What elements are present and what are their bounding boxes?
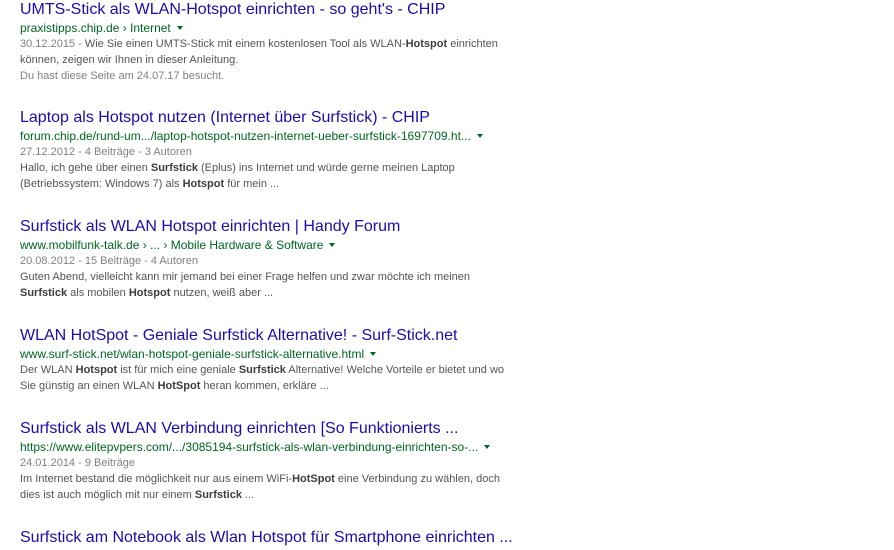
snippet-highlight: Hotspot (182, 178, 225, 190)
search-result: Surfstick als WLAN Hotspot einrichten | … (20, 217, 470, 301)
result-snippet: Im Internet bestand die möglichkeit nur … (20, 471, 500, 503)
visited-note: Du hast diese Seite am 24.07.17 besucht. (20, 70, 225, 82)
result-title-link[interactable]: Surfstick am Notebook als Wlan Hotspot f… (20, 528, 513, 548)
snippet-line: können, zeigen wir Ihnen in dieser Anlei… (20, 54, 238, 66)
snippet-text: ist für mich eine geniale (117, 364, 239, 376)
snippet-highlight: Hotspot (75, 364, 118, 376)
snippet-text: eine Verbindung zu wählen, doch (334, 473, 500, 485)
result-url-line: www.mobilfunk-talk.de › ... › Mobile Har… (20, 237, 470, 253)
snippet-line: Wie Sie einen UMTS-Stick mit einem koste… (85, 38, 498, 50)
snippet-highlight: Hotspot (405, 38, 448, 50)
snippet-line: Guten Abend, vielleicht kann mir jemand … (20, 271, 470, 283)
result-url-line: praxistipps.chip.de › Internet (20, 20, 498, 36)
snippet-text: Sie günstig an einen WLAN (20, 380, 158, 392)
snippet-line: Hallo, ich gehe über einen Surfstick (Ep… (20, 162, 455, 174)
snippet-text: dies ist auch möglich mit nur einem (20, 489, 195, 501)
search-result: Surfstick als WLAN Verbindung einrichten… (20, 419, 500, 503)
result-snippet: Der WLAN Hotspot ist für mich eine genia… (20, 362, 504, 394)
snippet-text: Alternative! Welche Vorteile er bietet u… (285, 364, 505, 376)
snippet-text: (Eplus) ins Internet und würde gerne mei… (197, 162, 455, 174)
result-meta: 27.12.2012 - 4 Beiträge - 3 Autoren (20, 146, 192, 158)
result-url-line: www.surf-stick.net/wlan-hotspot-geniale-… (20, 346, 504, 362)
result-url-line: https://www.elitepvpers.com/.../3085194-… (20, 439, 500, 455)
result-url[interactable]: https://www.elitepvpers.com/.../3085194-… (20, 439, 478, 455)
result-snippet: Guten Abend, vielleicht kann mir jemand … (20, 269, 470, 301)
result-title-link[interactable]: Surfstick als WLAN Verbindung einrichten… (20, 419, 500, 439)
result-url[interactable]: praxistipps.chip.de › Internet (20, 20, 171, 36)
result-title-link[interactable]: WLAN HotSpot - Geniale Surfstick Alterna… (20, 326, 504, 346)
snippet-line: Sie günstig an einen WLAN HotSpot heran … (20, 380, 329, 392)
snippet-line: Surfstick als mobilen Hotspot nutzen, we… (20, 287, 273, 299)
snippet-text: heran kommen, erkläre ... (200, 380, 329, 392)
search-result: WLAN HotSpot - Geniale Surfstick Alterna… (20, 326, 504, 394)
result-url-line: forum.chip.de/rund-um.../laptop-hotspot-… (20, 128, 483, 144)
snippet-highlight: Surfstick (20, 287, 68, 299)
result-title-link[interactable]: Surfstick als WLAN Hotspot einrichten | … (20, 217, 470, 237)
caret-down-icon[interactable] (484, 445, 491, 449)
snippet-highlight: Surfstick (238, 364, 286, 376)
result-url[interactable]: www.mobilfunk-talk.de › ... › Mobile Har… (20, 237, 323, 253)
caret-down-icon[interactable] (329, 243, 336, 247)
snippet-text: für mein ... (224, 178, 280, 190)
caret-down-icon[interactable] (370, 352, 377, 356)
result-meta: 30.12.2015 - (20, 38, 85, 50)
result-meta: 24.01.2014 - 9 Beiträge (20, 457, 135, 469)
snippet-line: Der WLAN Hotspot ist für mich eine genia… (20, 364, 504, 376)
snippet-line: Im Internet bestand die möglichkeit nur … (20, 473, 500, 485)
result-snippet: 30.12.2015 - Wie Sie einen UMTS-Stick mi… (20, 36, 498, 68)
result-meta: 20.08.2012 - 15 Beiträge - 4 Autoren (20, 255, 198, 267)
result-url[interactable]: www.surf-stick.net/wlan-hotspot-geniale-… (20, 346, 364, 362)
snippet-line: dies ist auch möglich mit nur einem Surf… (20, 489, 254, 501)
snippet-text: Guten Abend, vielleicht kann mir jemand … (20, 271, 471, 283)
result-title-link[interactable]: Laptop als Hotspot nutzen (Internet über… (20, 108, 483, 128)
search-result: Laptop als Hotspot nutzen (Internet über… (20, 108, 483, 192)
snippet-text: Im Internet bestand die möglichkeit nur … (20, 473, 293, 485)
caret-down-icon[interactable] (176, 26, 183, 30)
snippet-text: als mobilen (67, 287, 129, 299)
snippet-text: ... (241, 489, 255, 501)
result-title-link[interactable]: UMTS-Stick als WLAN-Hotspot einrichten -… (20, 0, 498, 20)
snippet-text: Hallo, ich gehe über einen (20, 162, 151, 174)
result-snippet: Hallo, ich gehe über einen Surfstick (Ep… (20, 160, 483, 192)
snippet-line: (Betriebssystem: Windows 7) als Hotspot … (20, 178, 279, 190)
snippet-text: Der WLAN (20, 364, 76, 376)
snippet-highlight: HotSpot (157, 380, 201, 392)
snippet-text: (Betriebssystem: Windows 7) als (20, 178, 183, 190)
snippet-text: Wie Sie einen UMTS-Stick mit einem koste… (84, 38, 406, 50)
snippet-highlight: Surfstick (150, 162, 198, 174)
result-url[interactable]: forum.chip.de/rund-um.../laptop-hotspot-… (20, 128, 471, 144)
snippet-highlight: HotSpot (292, 473, 335, 485)
snippet-highlight: Surfstick (194, 489, 242, 501)
snippet-highlight: Hotspot (128, 287, 171, 299)
snippet-text: können, zeigen wir Ihnen in dieser Anlei… (20, 54, 239, 66)
snippet-text: einrichten (447, 38, 498, 50)
search-result: Surfstick am Notebook als Wlan Hotspot f… (20, 528, 513, 548)
snippet-text: nutzen, weiß aber ... (170, 287, 274, 299)
search-result: UMTS-Stick als WLAN-Hotspot einrichten -… (20, 0, 498, 84)
caret-down-icon[interactable] (476, 134, 483, 138)
